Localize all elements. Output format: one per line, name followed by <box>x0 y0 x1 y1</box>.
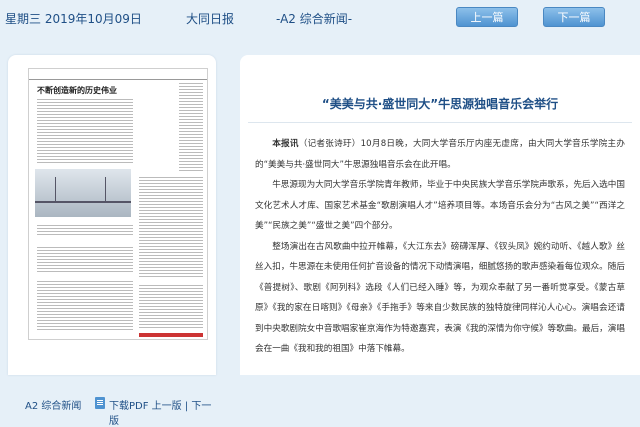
thumbnail-text-block <box>37 225 133 237</box>
thumbnail-text-block <box>179 83 203 173</box>
article-paragraph: 牛思源现为大同大学音乐学院青年教师，毕业于中央民族大学音乐学院声歌系，先后入选中… <box>255 180 625 231</box>
thumbnail-text-block <box>139 285 203 329</box>
article-body: 本报讯（记者张诗玗）10月8日晚，大同大学音乐厅内座无虚席，由大同大学音乐学院主… <box>255 134 625 360</box>
byline-lead: 本报讯 <box>272 139 299 149</box>
next-article-label: 下一篇 <box>557 11 591 24</box>
page-caption[interactable]: A2 综合新闻 <box>25 397 81 412</box>
page-thumbnail[interactable]: 不断创造新的历史伟业 <box>28 68 208 340</box>
newspaper-name: 大同日报 <box>186 12 235 26</box>
article-paragraph: 本报讯（记者张诗玗）10月8日晚，大同大学音乐厅内座无虚席，由大同大学音乐学院主… <box>255 139 625 170</box>
section-name: -A2 综合新闻- <box>276 12 353 26</box>
prev-article-button[interactable]: 上一篇 <box>456 7 518 27</box>
issue-date: 星期三 2019年10月09日 <box>5 12 142 26</box>
article-paragraph: 整场演出在古风歌曲中拉开帷幕，《大江东去》磅礴浑厚、《钗头凤》婉约动听、《越人歌… <box>255 241 625 355</box>
next-article-button[interactable]: 下一篇 <box>543 7 605 27</box>
thumbnail-headline: 不断创造新的历史伟业 <box>37 86 117 95</box>
thumbnail-text-block <box>37 247 133 273</box>
page-thumbnail-panel: 不断创造新的历史伟业 A2 综合新闻 下载PDF 上一版 | 下一版 <box>8 55 216 427</box>
thumbnail-masthead <box>29 69 207 80</box>
thumbnail-text-block <box>139 177 203 277</box>
prev-page-link[interactable]: 上一版 <box>152 401 182 412</box>
top-bar: 星期三 2019年10月09日 大同日报 -A2 综合新闻- 上一篇 下一篇 <box>0 0 640 38</box>
page-links: 下载PDF 上一版 | 下一版 <box>109 397 216 427</box>
pdf-icon[interactable] <box>95 397 105 409</box>
thumbnail-footer-bar <box>139 333 203 337</box>
thumbnail-bridge-photo <box>35 169 131 217</box>
link-separator: | <box>184 401 189 412</box>
thumbnail-text-block <box>37 281 133 331</box>
article-panel: “美美与共·盛世同大”牛思源独唱音乐会举行 本报讯（记者张诗玗）10月8日晚，大… <box>240 55 640 375</box>
thumbnail-text-block <box>37 99 133 165</box>
prev-article-label: 上一篇 <box>470 11 504 24</box>
title-divider <box>248 122 632 123</box>
download-pdf-link[interactable]: 下载PDF <box>109 401 148 412</box>
article-title: “美美与共·盛世同大”牛思源独唱音乐会举行 <box>321 97 559 111</box>
